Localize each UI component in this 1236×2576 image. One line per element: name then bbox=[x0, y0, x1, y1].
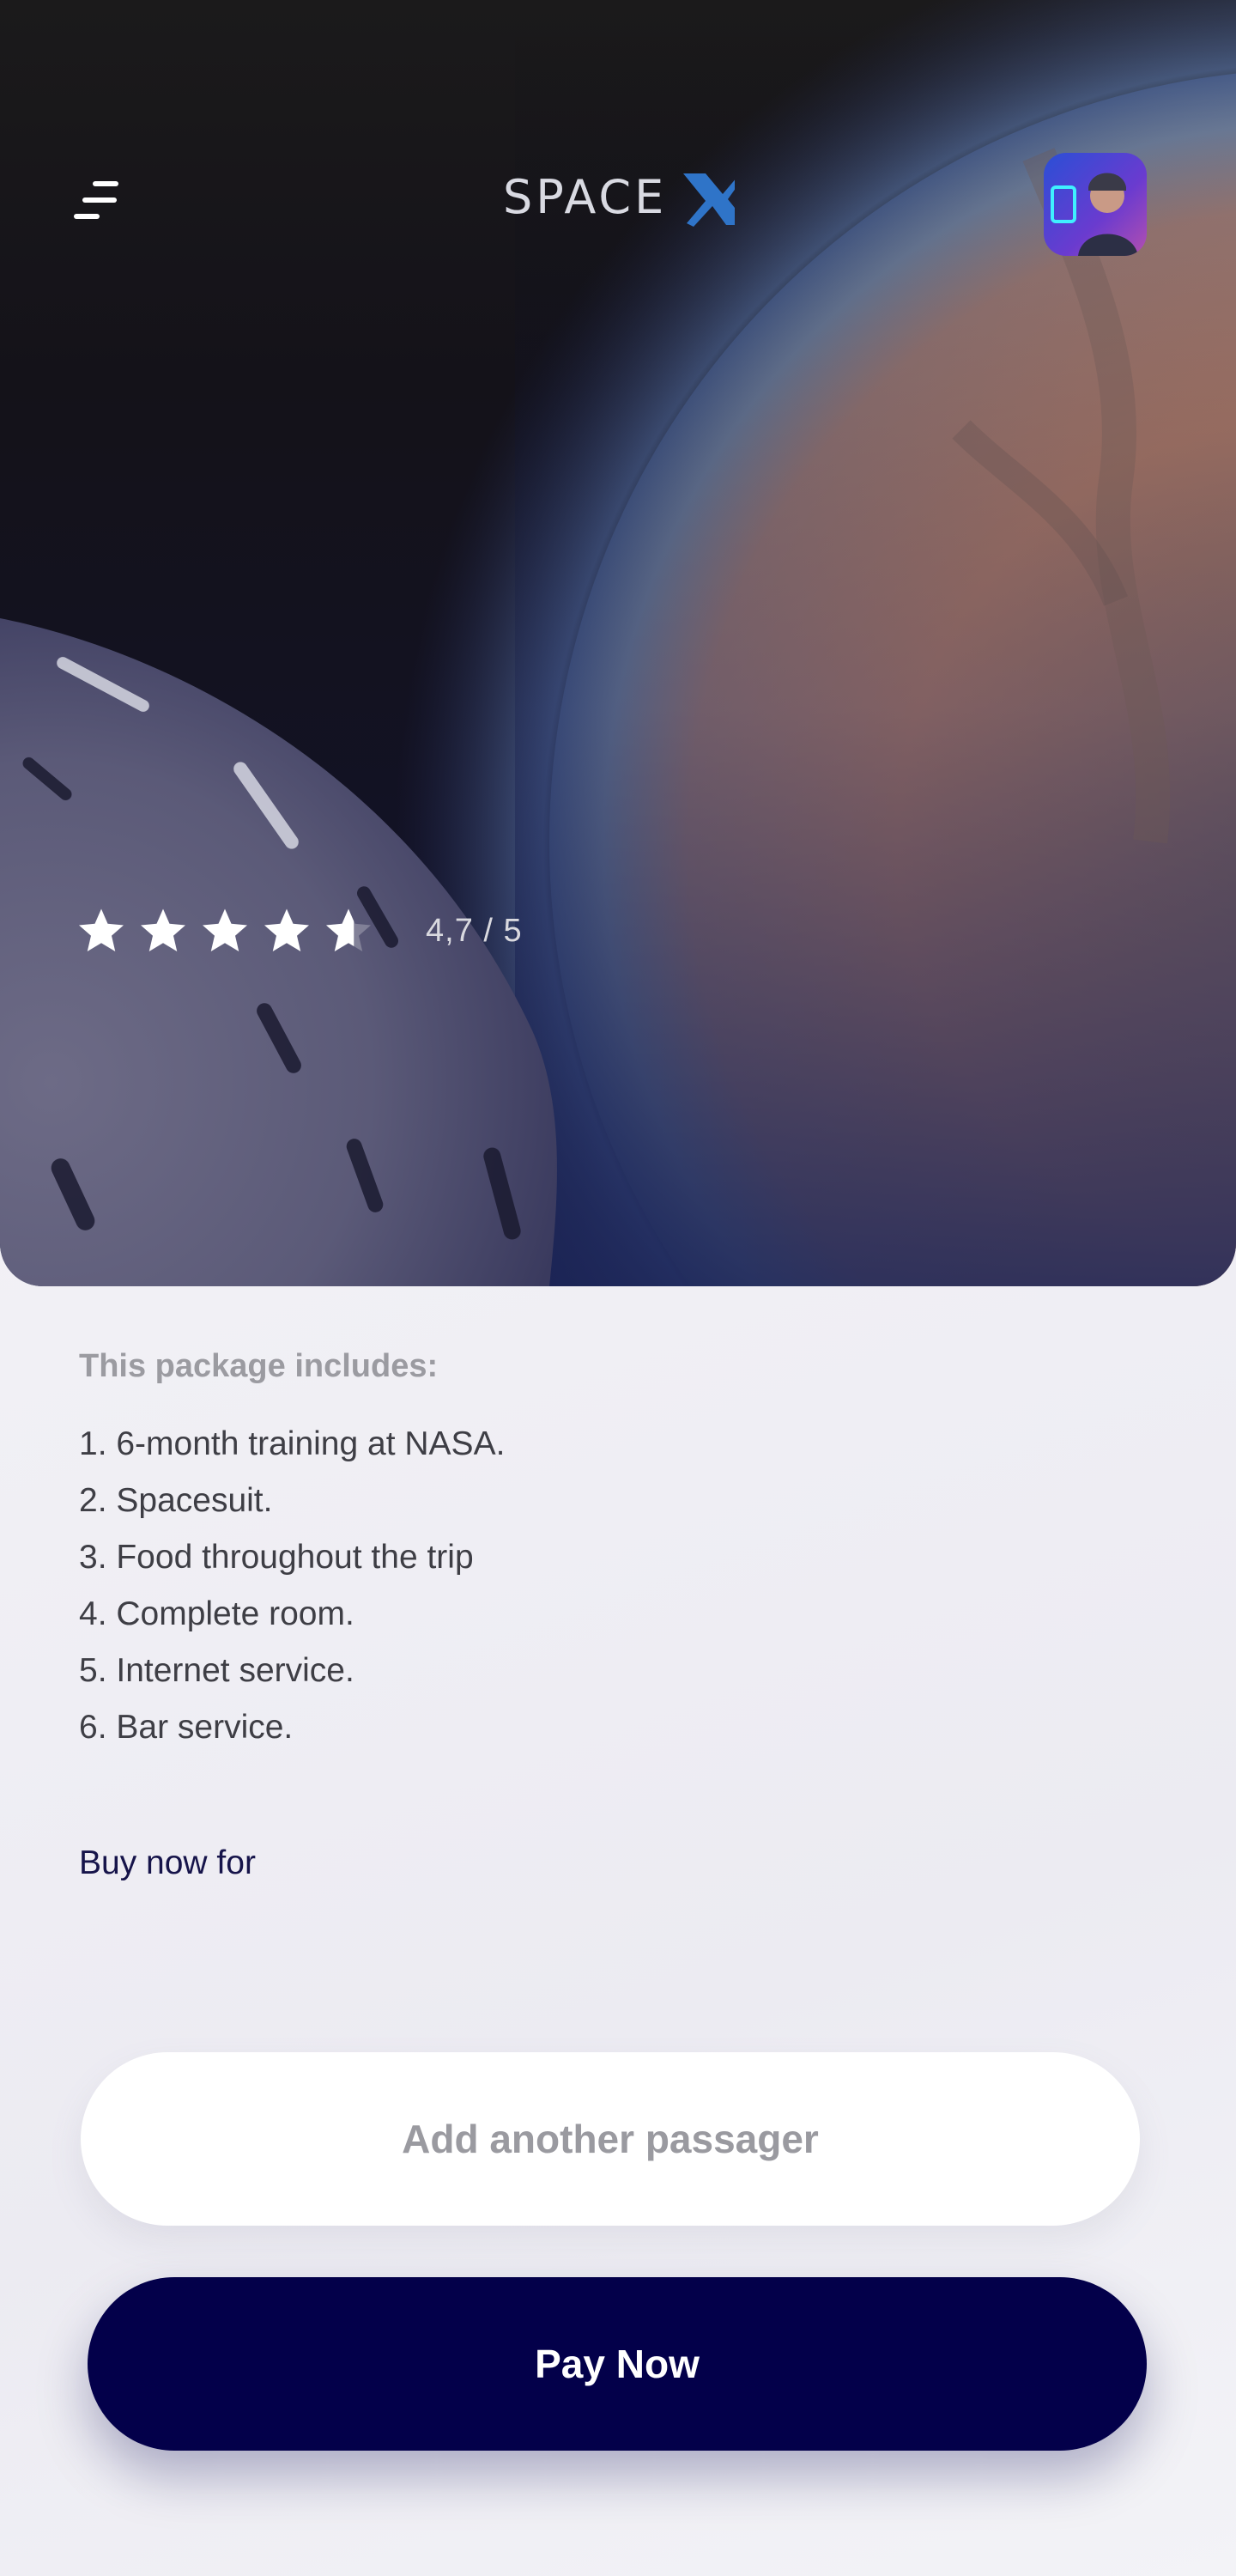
pay-now-button[interactable]: Pay Now bbox=[88, 2277, 1147, 2451]
rating-value: 4,7 / 5 bbox=[426, 912, 523, 949]
star-icon bbox=[79, 908, 124, 951]
half-star-icon bbox=[326, 908, 371, 951]
package-list: 1. 6-month training at NASA. 2. Spacesui… bbox=[79, 1416, 1109, 1756]
list-item: 4. Complete room. bbox=[79, 1595, 354, 1632]
star-icon bbox=[203, 908, 247, 951]
star-icon bbox=[141, 908, 185, 951]
menu-icon[interactable] bbox=[74, 179, 122, 222]
star-icon bbox=[264, 908, 309, 951]
list-item: 3. Food throughout the trip bbox=[79, 1539, 474, 1576]
rating: 4,7 / 5 bbox=[76, 903, 523, 958]
package-details: This package includes: 1. 6-month traini… bbox=[79, 1348, 1109, 1756]
avatar[interactable] bbox=[1044, 153, 1147, 256]
list-item: 6. Bar service. bbox=[79, 1709, 294, 1746]
spacex-logo: SPACE bbox=[503, 170, 735, 227]
hero-image: SPACE 4,7 / 5 bbox=[0, 0, 1236, 1286]
buy-label: Buy now for bbox=[79, 1844, 256, 1881]
list-item: 1. 6-month training at NASA. bbox=[79, 1425, 506, 1462]
list-item: 2. Spacesuit. bbox=[79, 1482, 273, 1519]
svg-text:SPACE: SPACE bbox=[503, 170, 667, 224]
add-passenger-button[interactable]: Add another passager bbox=[81, 2052, 1140, 2226]
list-item: 5. Internet service. bbox=[79, 1652, 354, 1689]
package-title: This package includes: bbox=[79, 1348, 439, 1384]
